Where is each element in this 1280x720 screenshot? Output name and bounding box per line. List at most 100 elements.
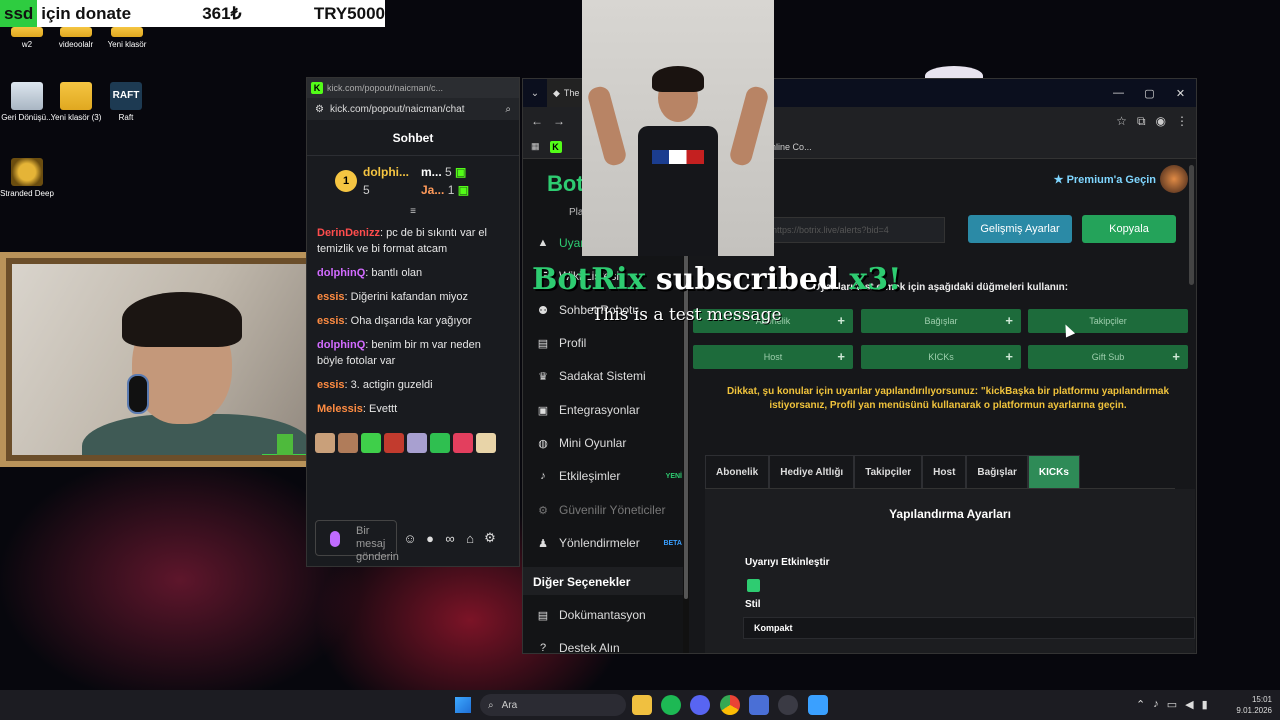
collapse-icon[interactable]: ≡ bbox=[307, 206, 519, 217]
sidebar-item-integrations[interactable]: ▣ Entegrasyonlar bbox=[537, 399, 682, 421]
microphone-icon[interactable] bbox=[330, 531, 340, 547]
tab-host[interactable]: Host bbox=[922, 455, 967, 488]
tab-takipciler[interactable]: Takipçiler bbox=[854, 455, 923, 488]
page-scrollbar[interactable] bbox=[1189, 165, 1194, 285]
chat-username[interactable]: dolphinQ bbox=[317, 267, 365, 279]
apps-grid-icon[interactable]: ▦ bbox=[531, 141, 540, 152]
desktop-icon-raft[interactable]: RAFT Raft bbox=[99, 82, 153, 123]
emote[interactable] bbox=[384, 433, 404, 453]
spotify-icon[interactable] bbox=[661, 695, 681, 715]
volume-icon[interactable]: ◀ bbox=[1185, 698, 1193, 711]
close-icon[interactable]: ✕ bbox=[1165, 79, 1196, 107]
avatar[interactable] bbox=[1160, 165, 1188, 193]
emote[interactable] bbox=[476, 433, 496, 453]
desktop-icon-yeni-klasor-3[interactable]: Yeni klasör (3) bbox=[49, 82, 103, 123]
emoji-icon[interactable]: ☺ bbox=[403, 531, 417, 546]
battery-icon[interactable]: ▮ bbox=[1202, 698, 1208, 711]
brand-logo[interactable]: Bot bbox=[547, 171, 584, 197]
display-icon[interactable]: ▭ bbox=[1167, 698, 1177, 711]
advanced-settings-button[interactable]: Gelişmiş Ayarlar bbox=[968, 215, 1072, 243]
discord-icon[interactable] bbox=[690, 695, 710, 715]
leaderboard-item[interactable]: m... 5 ▣ bbox=[421, 165, 469, 179]
bookmark-star-icon[interactable]: ☆ bbox=[1116, 114, 1127, 128]
chat-url-bar[interactable]: ⚙ kick.com/popout/naicman/chat ⌕ bbox=[307, 98, 519, 120]
desktop-icon-videoolalr[interactable]: videoolalr bbox=[49, 27, 103, 50]
beta-badge: BETA bbox=[663, 539, 682, 547]
chat-message-text: 3. actigin guzeldi bbox=[350, 379, 433, 391]
chat-url: kick.com/popout/naicman/chat bbox=[329, 103, 465, 115]
infinity-icon[interactable]: ∞ bbox=[443, 531, 457, 546]
test-donation-button[interactable]: Bağışlar + bbox=[861, 309, 1021, 333]
tab-bagislar[interactable]: Bağışlar bbox=[966, 455, 1028, 488]
desktop-icon-w2[interactable]: w2 bbox=[0, 27, 54, 50]
app-icon[interactable] bbox=[749, 695, 769, 715]
webcam-feed bbox=[12, 264, 330, 455]
sidebar-item-docs[interactable]: ▤ Dokümantasyon bbox=[537, 604, 682, 626]
chat-username[interactable]: essis bbox=[317, 379, 345, 391]
desktop-icon-stranded-deep[interactable]: Stranded Deep bbox=[0, 158, 54, 199]
profile-icon[interactable]: ◉ bbox=[1156, 114, 1166, 128]
enable-alert-checkbox[interactable] bbox=[747, 579, 760, 592]
sidebar-item-trusted-mods[interactable]: ⚙ Güvenilir Yöneticiler bbox=[537, 499, 682, 521]
emote[interactable] bbox=[361, 433, 381, 453]
chat-username[interactable]: essis bbox=[317, 315, 345, 327]
emote[interactable] bbox=[315, 433, 335, 453]
sidebar-item-minigames[interactable]: ◍ Mini Oyunlar bbox=[537, 432, 682, 454]
folder-icon bbox=[111, 27, 143, 37]
settings-gear-icon[interactable]: ⚙ bbox=[483, 530, 497, 545]
chrome-icon[interactable] bbox=[720, 695, 740, 715]
emote[interactable] bbox=[338, 433, 358, 453]
test-kicks-button[interactable]: KICKs + bbox=[861, 345, 1021, 369]
forward-icon[interactable]: → bbox=[553, 114, 565, 128]
chat-username[interactable]: dolphinQ bbox=[317, 339, 365, 351]
sidebar-item-support[interactable]: ? Destek Alın bbox=[537, 637, 682, 653]
test-followers-button[interactable]: Takipçiler bbox=[1028, 309, 1188, 333]
emote[interactable] bbox=[430, 433, 450, 453]
store-icon[interactable]: ⌂ bbox=[463, 531, 477, 546]
sidebar-item-redirects[interactable]: ♟ Yönlendirmeler BETA bbox=[537, 532, 682, 554]
windows-start-icon[interactable] bbox=[455, 697, 471, 713]
alert-url-field[interactable]: https://botrix.live/alerts?bid=4 bbox=[765, 217, 945, 243]
desktop-icon-yeni-klasor[interactable]: Yeni klasör bbox=[100, 27, 154, 50]
raft-icon: RAFT bbox=[110, 82, 142, 110]
site-info-icon[interactable]: ⚙ bbox=[315, 104, 324, 115]
taskbar-clock[interactable]: 15:01 9.01.2026 bbox=[1228, 694, 1272, 716]
chat-username[interactable]: essis bbox=[317, 291, 345, 303]
menu-icon[interactable]: ⋮ bbox=[1176, 114, 1188, 128]
leaderboard-name[interactable]: dolphi... bbox=[363, 165, 409, 179]
chat-username[interactable]: Melessis bbox=[317, 403, 363, 415]
premium-link[interactable]: ★ Premium'a Geçin bbox=[1054, 173, 1156, 186]
leaderboard-item[interactable]: Ja... 1 ▣ bbox=[421, 183, 469, 197]
tray-chevron-icon[interactable]: ⌃ bbox=[1136, 698, 1145, 711]
zoom-icon[interactable]: ⌕ bbox=[505, 104, 511, 115]
test-giftsub-button[interactable]: Gift Sub + bbox=[1028, 345, 1188, 369]
style-select[interactable]: Kompakt bbox=[743, 617, 1195, 639]
emote[interactable] bbox=[453, 433, 473, 453]
extensions-icon[interactable]: ⧉ bbox=[1137, 114, 1146, 129]
tab-hediye-altligi[interactable]: Hediye Altlığı bbox=[769, 455, 855, 488]
sidebar-item-interactions[interactable]: ♪ Etkileşimler YENİ bbox=[537, 465, 682, 487]
kicks-icon[interactable]: ● bbox=[423, 531, 437, 546]
minimize-icon[interactable]: — bbox=[1103, 79, 1134, 107]
tab-search-chevron-icon[interactable]: ⌄ bbox=[523, 88, 547, 99]
app-icon[interactable] bbox=[808, 695, 828, 715]
desktop-icon-recycle-bin[interactable]: Geri Dönüşü... bbox=[0, 82, 54, 123]
microphone-tray-icon[interactable]: ♪ bbox=[1153, 698, 1159, 711]
file-explorer-icon[interactable] bbox=[632, 695, 652, 715]
sidebar-item-loyalty[interactable]: ♛ Sadakat Sistemi bbox=[537, 365, 682, 387]
obs-icon[interactable] bbox=[778, 695, 798, 715]
tab-abonelik[interactable]: Abonelik bbox=[705, 455, 770, 488]
taskbar-search[interactable]: ⌕ Ara bbox=[480, 694, 626, 716]
chat-message: essis: Diğerini kafandan miyoz bbox=[317, 291, 469, 303]
desktop-icon-label: Stranded Deep bbox=[0, 189, 54, 198]
back-icon[interactable]: ← bbox=[531, 114, 543, 128]
copy-button[interactable]: Kopyala bbox=[1082, 215, 1176, 243]
chat-message-input[interactable]: Bir mesaj gönderin bbox=[315, 520, 399, 563]
emote[interactable] bbox=[407, 433, 427, 453]
test-host-button[interactable]: Host + bbox=[693, 345, 853, 369]
maximize-icon[interactable]: ▢ bbox=[1134, 79, 1165, 107]
tab-kicks[interactable]: KICKs bbox=[1027, 455, 1080, 488]
sidebar-item-profile[interactable]: ▤ Profil bbox=[537, 332, 682, 354]
chat-username[interactable]: DerinDenizz bbox=[317, 227, 380, 239]
kick-bookmark-icon[interactable]: K bbox=[549, 140, 562, 153]
